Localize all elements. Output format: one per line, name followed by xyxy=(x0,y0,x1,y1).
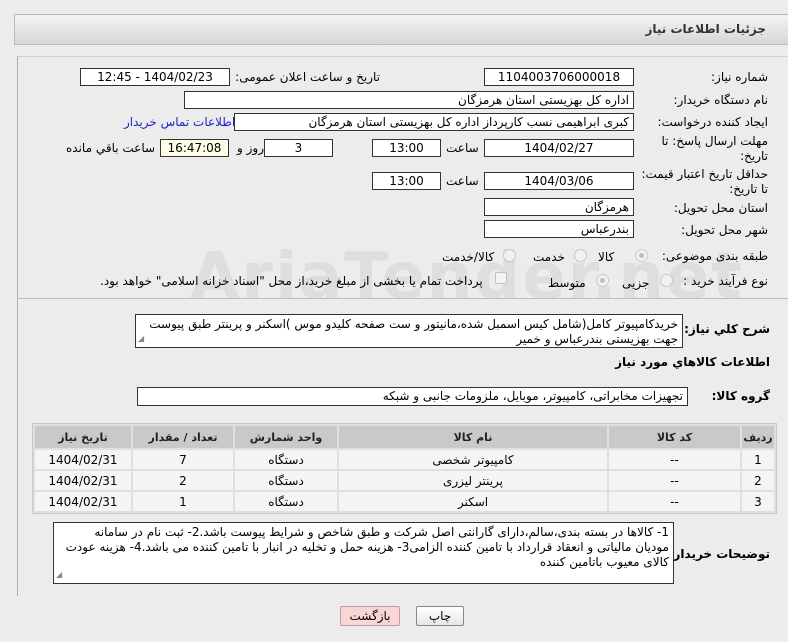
process-option-medium: متوسط xyxy=(548,276,586,290)
validity-date-field: 1404/03/06 xyxy=(484,172,634,190)
goods-group-field: تجهیزات مخابراتی، کامپیوتر، موبایل، ملزو… xyxy=(137,387,688,406)
days-remaining-field: 3 xyxy=(264,139,333,157)
table-row: 3 -- اسکنر دستگاه 1 1404/02/31 xyxy=(35,492,774,511)
print-button[interactable]: چاپ xyxy=(416,606,464,626)
cell-row: 1 xyxy=(742,450,774,469)
col-header-name: نام کالا xyxy=(339,426,607,448)
announce-field: 1404/02/23 - 12:45 xyxy=(80,68,230,86)
cell-qty: 2 xyxy=(133,471,233,490)
time-remaining-label: ساعت باقي مانده xyxy=(66,141,156,155)
creator-field: کبری ابراهیمی نسب کارپرداز اداره کل بهزی… xyxy=(234,113,634,131)
city-field: بندرعباس xyxy=(484,220,634,238)
category-option-both: کالا/خدمت xyxy=(442,250,495,264)
table-header-row: ردیف کد کالا نام کالا واحد شمارش تعداد /… xyxy=(35,426,774,448)
cell-row: 2 xyxy=(742,471,774,490)
col-header-date: تاریخ نیاز xyxy=(35,426,131,448)
treasury-checkbox[interactable] xyxy=(495,272,507,284)
col-header-qty: تعداد / مقدار xyxy=(133,426,233,448)
buyer-org-field: اداره کل بهزیستی استان هرمزگان xyxy=(184,91,634,109)
buyer-notes-text: 1- کالاها در بسته بندی،سالم،دارای گارانت… xyxy=(65,525,669,569)
validity-label: حداقل تاریخ اعتبار قیمت: تا تاریخ: xyxy=(641,167,768,196)
goods-section-title: اطلاعات كالاهاي مورد نياز xyxy=(615,355,770,369)
validity-time-field: 13:00 xyxy=(372,172,441,190)
buyer-contact-link[interactable]: اطلاعات تماس خریدار xyxy=(124,115,235,129)
resize-grip-icon[interactable]: ◢ xyxy=(56,567,62,582)
deadline-time-label: ساعت xyxy=(446,141,479,155)
table-row: 1 -- کامپیوتر شخصی دستگاه 7 1404/02/31 xyxy=(35,450,774,469)
need-number-label: شماره نیاز: xyxy=(711,70,768,84)
process-option-minor: جزیی xyxy=(622,276,650,290)
cell-code: -- xyxy=(609,492,740,511)
col-header-code: کد کالا xyxy=(609,426,740,448)
page-title: جزئیات اطلاعات نیاز xyxy=(645,22,766,36)
col-header-row: ردیف xyxy=(742,426,774,448)
province-label: استان محل تحویل: xyxy=(673,201,768,215)
category-option-goods: کالا xyxy=(598,250,615,264)
description-text: خریدکامپیوتر کامل(شامل کیس اسمبل شده،مان… xyxy=(149,317,678,346)
cell-unit: دستگاه xyxy=(235,450,337,469)
description-textarea[interactable]: خریدکامپیوتر کامل(شامل کیس اسمبل شده،مان… xyxy=(135,314,683,348)
page-header: جزئیات اطلاعات نیاز xyxy=(14,14,788,45)
cell-code: -- xyxy=(609,450,740,469)
goods-table: ردیف کد کالا نام کالا واحد شمارش تعداد /… xyxy=(32,423,777,514)
category-radio-goods[interactable] xyxy=(635,249,648,262)
process-label: نوع فرآیند خرید : xyxy=(683,274,768,288)
cell-name: کامپیوتر شخصی xyxy=(339,450,607,469)
cell-date: 1404/02/31 xyxy=(35,492,131,511)
cell-qty: 1 xyxy=(133,492,233,511)
province-field: هرمزگان xyxy=(484,198,634,216)
buyer-notes-label: توضیحات خریدار: xyxy=(668,547,770,561)
buyer-notes-textarea[interactable]: 1- کالاها در بسته بندی،سالم،دارای گارانت… xyxy=(53,522,674,584)
cell-code: -- xyxy=(609,471,740,490)
cell-name: اسکنر xyxy=(339,492,607,511)
process-radio-minor[interactable] xyxy=(660,274,673,287)
category-radio-service[interactable] xyxy=(574,249,587,262)
description-label: شرح كلي نياز: xyxy=(684,322,770,336)
buyer-org-label: نام دستگاه خریدار: xyxy=(673,93,769,107)
days-label: روز و xyxy=(237,141,264,155)
cell-row: 3 xyxy=(742,492,774,511)
treasury-text: پرداخت تمام یا بخشی از مبلغ خرید،از محل … xyxy=(100,274,483,288)
deadline-time-field: 13:00 xyxy=(372,139,441,157)
col-header-unit: واحد شمارش xyxy=(235,426,337,448)
deadline-label: مهلت ارسال پاسخ: تا تاریخ: xyxy=(661,134,768,163)
cell-date: 1404/02/31 xyxy=(35,471,131,490)
category-label: طبقه بندی موضوعی: xyxy=(661,249,768,263)
need-number-field: 1104003706000018 xyxy=(484,68,634,86)
goods-group-label: گروه کالا: xyxy=(711,389,770,403)
announce-label: تاریخ و ساعت اعلان عمومی: xyxy=(235,70,380,84)
city-label: شهر محل تحویل: xyxy=(681,223,768,237)
back-button[interactable]: بازگشت xyxy=(340,606,400,626)
cell-unit: دستگاه xyxy=(235,492,337,511)
process-radio-medium[interactable] xyxy=(596,274,609,287)
validity-time-label: ساعت xyxy=(446,174,479,188)
creator-label: ایجاد کننده درخواست: xyxy=(657,115,768,129)
cell-qty: 7 xyxy=(133,450,233,469)
cell-name: پرینتر لیزری xyxy=(339,471,607,490)
table-row: 2 -- پرینتر لیزری دستگاه 2 1404/02/31 xyxy=(35,471,774,490)
cell-date: 1404/02/31 xyxy=(35,450,131,469)
category-radio-both[interactable] xyxy=(503,249,516,262)
cell-unit: دستگاه xyxy=(235,471,337,490)
category-option-service: خدمت xyxy=(533,250,565,264)
resize-grip-icon[interactable]: ◢ xyxy=(138,331,144,346)
deadline-date-field: 1404/02/27 xyxy=(484,139,634,157)
time-remaining-field: 16:47:08 xyxy=(160,139,229,157)
divider xyxy=(17,298,788,299)
